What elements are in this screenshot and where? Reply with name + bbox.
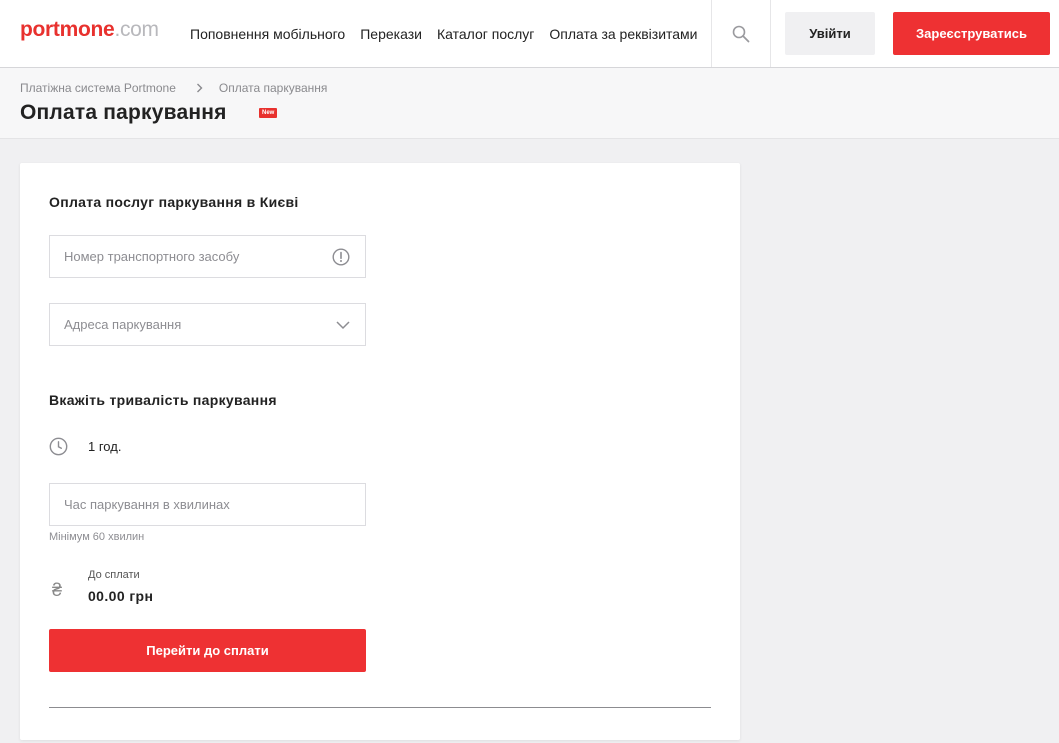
proceed-to-payment-button[interactable]: Перейти до сплати xyxy=(49,629,366,672)
parking-minutes-input[interactable] xyxy=(50,484,365,525)
parking-minutes-field xyxy=(49,483,366,526)
nav-mobile-topup[interactable]: Поповнення мобільного xyxy=(190,26,345,42)
chevron-right-icon xyxy=(196,83,203,93)
duration-display: 1 год. xyxy=(49,436,121,456)
page-title: Оплата паркування xyxy=(20,101,227,124)
page-heading-area: Платіжна система Portmone Оплата паркува… xyxy=(0,68,1059,139)
nav-services-catalog[interactable]: Каталог послуг xyxy=(437,26,534,42)
portmone-logo[interactable]: portmone.com xyxy=(20,18,159,42)
duration-title: Вкажіть тривалість паркування xyxy=(49,392,277,408)
main-nav: Поповнення мобільного Перекази Каталог п… xyxy=(190,0,713,67)
vehicle-number-field xyxy=(49,235,366,278)
search-button[interactable] xyxy=(711,0,771,67)
vehicle-number-input[interactable] xyxy=(50,236,365,277)
to-pay-label: До сплати xyxy=(88,569,140,581)
minutes-hint: Мінімум 60 хвилин xyxy=(49,531,145,543)
info-icon[interactable] xyxy=(332,247,350,266)
to-pay-amount: 00.00 грн xyxy=(88,588,154,604)
logo-brand: portmone xyxy=(20,18,115,41)
chevron-down-icon xyxy=(336,320,350,329)
breadcrumb-current: Оплата паркування xyxy=(218,81,328,95)
parking-payment-card: Оплата послуг паркування в Києві Адреса … xyxy=(20,163,740,740)
nav-pay-by-details[interactable]: Оплата за реквізитами xyxy=(549,26,697,42)
clock-icon xyxy=(49,437,68,455)
new-badge: New xyxy=(259,108,278,118)
divider xyxy=(49,707,711,708)
parking-address-placeholder: Адреса паркування xyxy=(64,317,182,332)
logo-tld: .com xyxy=(114,18,159,41)
breadcrumb: Платіжна система Portmone Оплата паркува… xyxy=(20,81,327,95)
nav-transfers[interactable]: Перекази xyxy=(360,26,422,42)
site-header: portmone.com Поповнення мобільного Перек… xyxy=(0,0,1059,68)
search-icon xyxy=(732,25,750,42)
breadcrumb-home[interactable]: Платіжна система Portmone xyxy=(20,81,176,95)
duration-value: 1 год. xyxy=(88,438,122,454)
register-button[interactable]: Зареєструватись xyxy=(893,12,1050,55)
hryvnia-icon: ₴ xyxy=(52,580,63,600)
form-title: Оплата послуг паркування в Києві xyxy=(49,194,299,210)
login-button[interactable]: Увійти xyxy=(785,12,875,55)
parking-address-select[interactable]: Адреса паркування xyxy=(49,303,366,346)
